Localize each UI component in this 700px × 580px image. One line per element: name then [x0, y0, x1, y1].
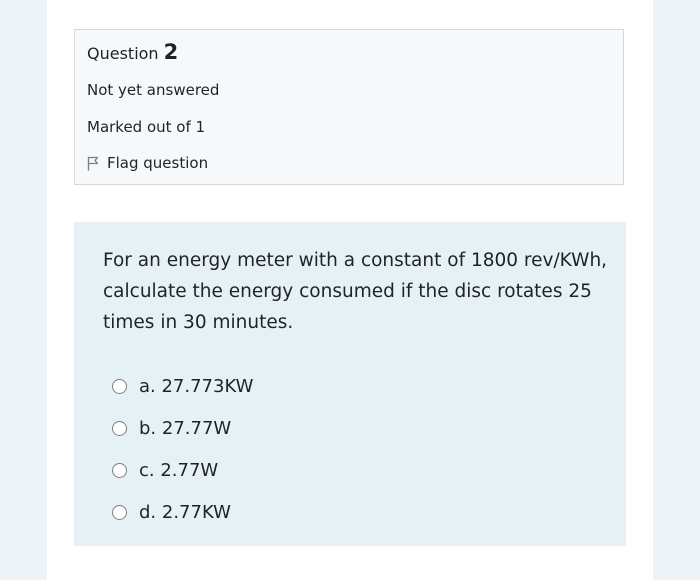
answer-label: b. 27.77W — [139, 417, 232, 439]
answer-option-c[interactable]: c. 2.77W — [112, 449, 253, 491]
answer-list: a. 27.773KW b. 27.77W c. 2.77W d. 2.77KW — [112, 365, 253, 533]
flag-question-link[interactable]: Flag question — [85, 154, 208, 172]
radio-button[interactable] — [112, 378, 127, 394]
question-label: Question — [87, 44, 159, 63]
radio-button[interactable] — [112, 504, 127, 520]
answer-label: d. 2.77KW — [139, 501, 231, 523]
question-content-box: For an energy meter with a constant of 1… — [74, 222, 626, 546]
question-number: 2 — [163, 40, 179, 64]
flag-icon — [85, 155, 101, 171]
answer-label: a. 27.773KW — [139, 375, 254, 397]
question-heading: Question 2 — [87, 40, 178, 64]
question-grade: Marked out of 1 — [87, 118, 206, 136]
radio-button[interactable] — [112, 462, 127, 478]
question-status: Not yet answered — [87, 81, 220, 99]
answer-option-a[interactable]: a. 27.773KW — [112, 365, 253, 407]
question-info-box: Question 2 Not yet answered Marked out o… — [74, 29, 624, 185]
answer-label: c. 2.77W — [139, 459, 219, 481]
answer-option-b[interactable]: b. 27.77W — [112, 407, 253, 449]
question-text: For an energy meter with a constant of 1… — [103, 250, 608, 333]
answer-option-d[interactable]: d. 2.77KW — [112, 491, 253, 533]
radio-button[interactable] — [112, 420, 127, 436]
flag-question-label: Flag question — [107, 154, 209, 172]
